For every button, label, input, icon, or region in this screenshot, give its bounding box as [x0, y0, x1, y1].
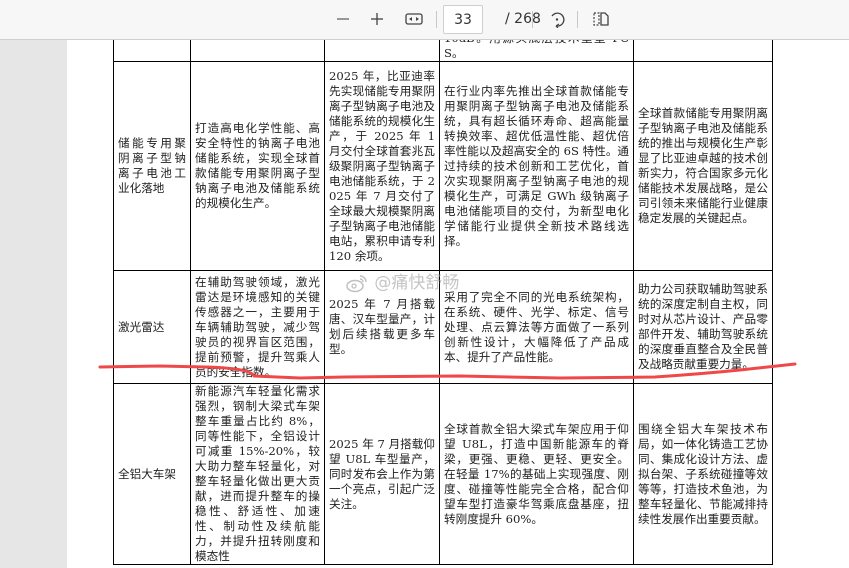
zoom-out-button[interactable] [332, 6, 354, 32]
cell-progress: 2025 年，比亚迪率先实现储能专用聚阴离子型钠离子电池及储能系统的规模化生产，… [324, 61, 440, 271]
fit-width-icon [405, 13, 423, 25]
cell-innovation: 采用了完全不同的光电系统架构，在系统、硬件、光学、标定、信号处理、点云算法等方面… [439, 270, 634, 384]
table-row: 全铝大车架 新能源汽车轻量化需求强烈，钢制大梁式车架整车重量占比约 8%，同等性… [113, 383, 773, 565]
tech-table: 10dB。用源头底层技术重塑 PCS。 储能专用聚阴离子型钠离子电池工业化落地 … [113, 30, 773, 565]
cell-name: 全铝大车架 [113, 383, 191, 565]
cell-impact: 全球首款储能专用聚阴离子型钠离子电池及储能系统的推出与规模化生产彰显了比亚迪卓越… [633, 61, 773, 271]
rotate-icon [551, 12, 565, 28]
cell-name: 激光雷达 [113, 270, 191, 384]
cell-impact: 助力公司获取辅助驾驶系统的深度定制自主权，同时对从芯片设计、产品零部件开发、辅助… [633, 270, 773, 384]
cell-innovation: 在行业内率先推出全球首款储能专用聚阴离子型钠离子电池及储能系统，具有超长循环寿命… [439, 61, 634, 271]
two-page-view-button[interactable] [589, 6, 613, 32]
toolbar-divider [436, 11, 437, 28]
toolbar-divider [532, 11, 533, 28]
pdf-page: 10dB。用源头底层技术重塑 PCS。 储能专用聚阴离子型钠离子电池工业化落地 … [67, 30, 849, 568]
pdf-toolbar: 33 / 268 [0, 0, 849, 40]
cell-description: 打造高电化学性能、高安全特性的钠离子电池储能系统，实现全球首款储能专用聚阴离子型… [190, 61, 325, 271]
zoom-out-icon [337, 18, 349, 20]
weibo-logo-icon [346, 275, 367, 293]
fit-width-button[interactable] [402, 6, 426, 32]
zoom-in-icon [371, 13, 383, 25]
watermark-text: @痛快舒畅 [374, 273, 460, 293]
page-number-input[interactable]: 33 [443, 5, 483, 34]
rotate-button[interactable] [545, 6, 569, 32]
two-page-view-icon [593, 12, 609, 26]
cell-name: 储能专用聚阴离子型钠离子电池工业化落地 [113, 61, 191, 271]
table-row: 储能专用聚阴离子型钠离子电池工业化落地 打造高电化学性能、高安全特性的钠离子电池… [113, 61, 773, 271]
cell-impact: 围绕全铝大车架技术布局，如一体化铸造工艺协同、集成化设计方法、虚拟台架、子系统碰… [633, 383, 773, 565]
toolbar-divider [577, 11, 578, 28]
weibo-watermark: @痛快舒畅 [345, 268, 459, 293]
cell-description: 新能源汽车轻量化需求强烈，钢制大梁式车架整车重量占比约 8%，同等性能下，全铝设… [190, 383, 325, 565]
page-total: / 268 [505, 11, 541, 27]
cell-innovation: 全球首款全铝大梁式车架应用于仰望 U8L，打造中国新能源车的脊梁，更强、更稳、更… [439, 383, 634, 565]
zoom-in-button[interactable] [366, 6, 388, 32]
cell-progress: 2025 年 7 月搭载仰望 U8L 车型量产，同时发布会上作为第一个亮点，引起… [324, 383, 440, 565]
cell-description: 在辅助驾驶领域，激光雷达是环境感知的关键传感器之一，主要用于车辆辅助驾驶，减少驾… [190, 270, 325, 384]
